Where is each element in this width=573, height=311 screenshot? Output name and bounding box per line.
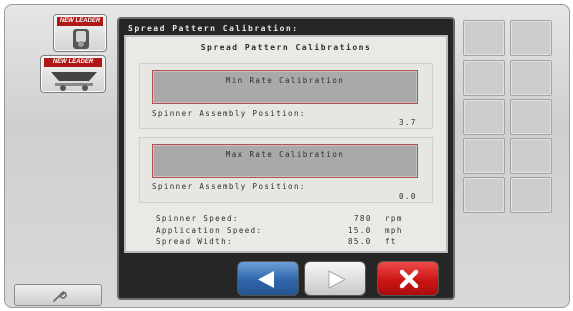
spinner-speed-label: Spinner Speed: [156, 214, 239, 223]
spread-width-label: Spread Width: [156, 237, 233, 246]
grid-button[interactable] [463, 138, 505, 174]
max-rate-calibration-label: Max Rate Calibration [225, 150, 345, 159]
back-button[interactable] [237, 261, 299, 296]
application-speed-label: Application Speed: [156, 226, 263, 235]
brand-label: NEW LEADER [57, 17, 103, 26]
window-title: Spread Pattern Calibration: [128, 24, 299, 33]
max-position-value: 0.0 [399, 192, 417, 201]
grid-button[interactable] [463, 20, 505, 56]
cancel-button[interactable] [377, 261, 439, 296]
spread-width-unit: ft [385, 237, 397, 246]
grid-button[interactable] [510, 99, 552, 135]
grid-button[interactable] [463, 99, 505, 135]
application-speed-unit: mph [385, 226, 403, 235]
nav-spinner-button[interactable]: NEW LEADER [53, 14, 107, 52]
spread-width-value: 85.0 [348, 237, 372, 246]
spreader-icon [41, 68, 105, 91]
forward-button[interactable] [304, 261, 366, 296]
application-speed-value: 15.0 [348, 226, 372, 235]
grid-button[interactable] [510, 20, 552, 56]
wrench-icon [53, 291, 67, 302]
spinner-speed-value: 780 [354, 214, 372, 223]
brand-label: NEW LEADER [44, 58, 102, 67]
right-arrow-icon [328, 270, 347, 289]
max-position-label: Spinner Assembly Position: [152, 182, 306, 191]
min-position-label: Spinner Assembly Position: [152, 109, 306, 118]
min-rate-calibration-label: Min Rate Calibration [225, 76, 345, 85]
spinner-control-icon [54, 27, 106, 49]
tools-button[interactable] [14, 284, 102, 306]
panel-title: Spread Pattern Calibrations [200, 43, 372, 52]
grid-button[interactable] [510, 60, 552, 96]
nav-spreader-button[interactable]: NEW LEADER [40, 55, 106, 93]
grid-button[interactable] [463, 177, 505, 213]
grid-button[interactable] [463, 60, 505, 96]
grid-button[interactable] [510, 177, 552, 213]
spinner-speed-unit: rpm [385, 214, 403, 223]
left-arrow-icon [258, 271, 274, 288]
grid-button[interactable] [510, 138, 552, 174]
min-position-value: 3.7 [399, 118, 417, 127]
close-icon [399, 269, 419, 289]
